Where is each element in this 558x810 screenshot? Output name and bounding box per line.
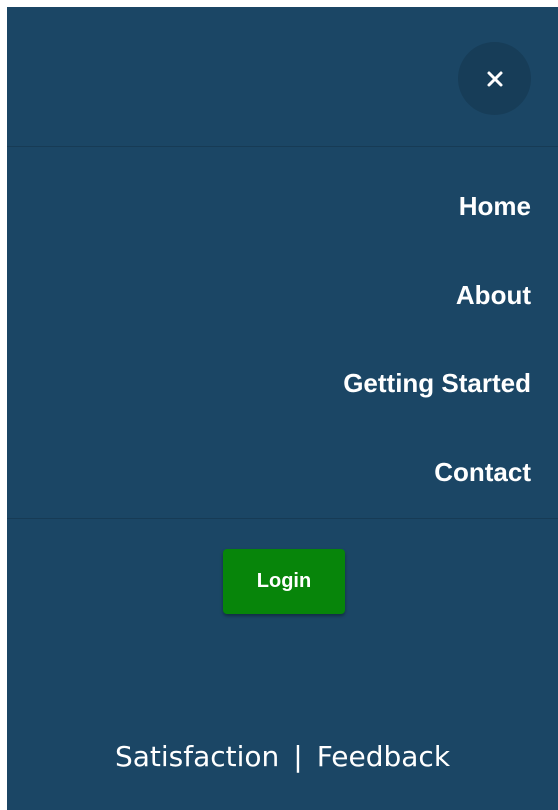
menu-divider-bottom <box>7 518 558 519</box>
close-icon <box>487 71 502 86</box>
footer-links: Satisfaction | Feedback <box>7 739 558 775</box>
nav-item-getting-started[interactable]: Getting Started <box>343 368 531 398</box>
mobile-menu-panel: Home About Getting Started Contact Login… <box>7 7 558 810</box>
footer-separator: | <box>293 740 303 773</box>
feedback-link[interactable]: Feedback <box>317 740 450 773</box>
login-button[interactable]: Login <box>223 549 345 614</box>
nav-item-about[interactable]: About <box>456 280 531 310</box>
nav-item-home[interactable]: Home <box>459 191 531 221</box>
menu-divider-top <box>7 146 558 147</box>
satisfaction-link[interactable]: Satisfaction <box>115 740 279 773</box>
close-menu-button[interactable] <box>458 42 531 115</box>
nav-item-contact[interactable]: Contact <box>434 457 531 487</box>
